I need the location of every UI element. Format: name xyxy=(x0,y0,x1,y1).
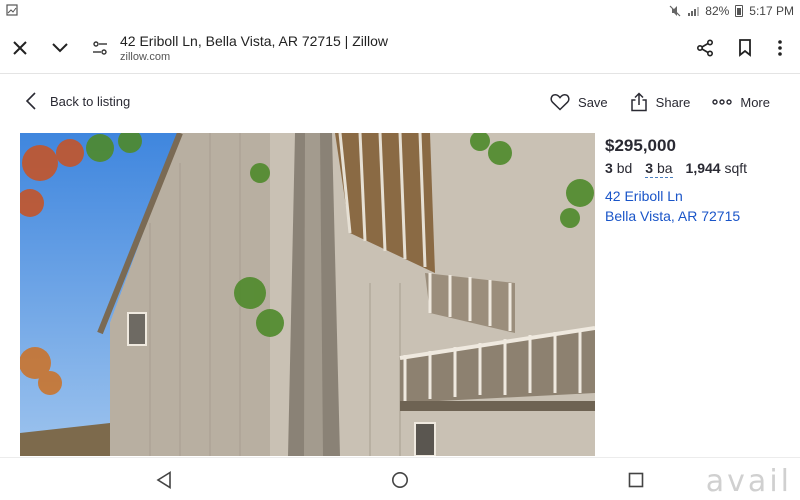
beds-value: 3 xyxy=(605,160,613,176)
overflow-menu-icon[interactable] xyxy=(762,30,798,66)
mute-icon xyxy=(669,5,681,17)
system-nav-bar: avail xyxy=(0,457,800,500)
heart-icon xyxy=(550,94,570,111)
sqft-value: 1,944 xyxy=(685,160,721,176)
back-to-listing-link[interactable]: Back to listing xyxy=(26,92,130,110)
page-settings-icon[interactable] xyxy=(82,30,118,66)
address-city: Bella Vista, AR 72715 xyxy=(605,208,741,224)
more-dots-icon xyxy=(712,99,733,105)
address-link[interactable]: 42 Eriboll Ln Bella Vista, AR 72715 xyxy=(605,186,795,226)
upload-share-icon xyxy=(630,92,647,112)
save-button[interactable]: Save xyxy=(550,93,608,111)
nav-home-icon[interactable] xyxy=(388,468,412,492)
listing-details: $295,000 3 bd 3 ba 1,944 sqft 42 Eriboll… xyxy=(605,136,795,226)
chevron-down-icon[interactable] xyxy=(42,30,78,66)
browser-toolbar: 42 Eriboll Ln, Bella Vista, AR 72715 | Z… xyxy=(0,22,800,74)
nav-back-icon[interactable] xyxy=(152,468,176,492)
more-button[interactable]: More xyxy=(712,95,770,110)
gallery-notification-icon xyxy=(6,4,18,19)
page-host[interactable]: zillow.com xyxy=(120,51,170,63)
baths-unit: ba xyxy=(656,160,673,176)
status-bar: 82% 5:17 PM xyxy=(0,0,800,22)
back-label: Back to listing xyxy=(50,93,131,109)
address-street: 42 Eriboll Ln xyxy=(605,188,683,204)
share-label: Share xyxy=(655,94,691,110)
battery-icon xyxy=(735,5,744,17)
share-button[interactable]: Share xyxy=(630,92,691,112)
listing-price: $295,000 xyxy=(605,136,676,155)
nav-recents-icon[interactable] xyxy=(624,468,648,492)
page-title[interactable]: 42 Eriboll Ln, Bella Vista, AR 72715 | Z… xyxy=(120,33,388,49)
clock: 5:17 PM xyxy=(749,4,794,18)
beds-fact: 3 bd xyxy=(605,160,632,178)
share-icon[interactable] xyxy=(687,30,723,66)
baths-fact[interactable]: 3 ba xyxy=(645,160,673,178)
beds-unit: bd xyxy=(616,160,633,176)
sqft-unit: sqft xyxy=(724,160,748,176)
signal-icon xyxy=(687,5,700,17)
bookmark-icon[interactable] xyxy=(727,30,763,66)
listing-facts: 3 bd 3 ba 1,944 sqft xyxy=(605,160,795,178)
sqft-fact: 1,944 sqft xyxy=(686,160,748,178)
baths-value: 3 xyxy=(645,160,654,176)
chevron-left-icon xyxy=(26,92,36,110)
listing-action-bar: Back to listing Save Share More xyxy=(0,74,800,132)
close-icon[interactable] xyxy=(2,30,38,66)
more-label: More xyxy=(740,94,770,110)
avail-watermark: avail xyxy=(705,464,792,499)
battery-percent: 82% xyxy=(705,4,730,18)
property-photo[interactable] xyxy=(20,133,595,456)
save-label: Save xyxy=(578,94,608,110)
